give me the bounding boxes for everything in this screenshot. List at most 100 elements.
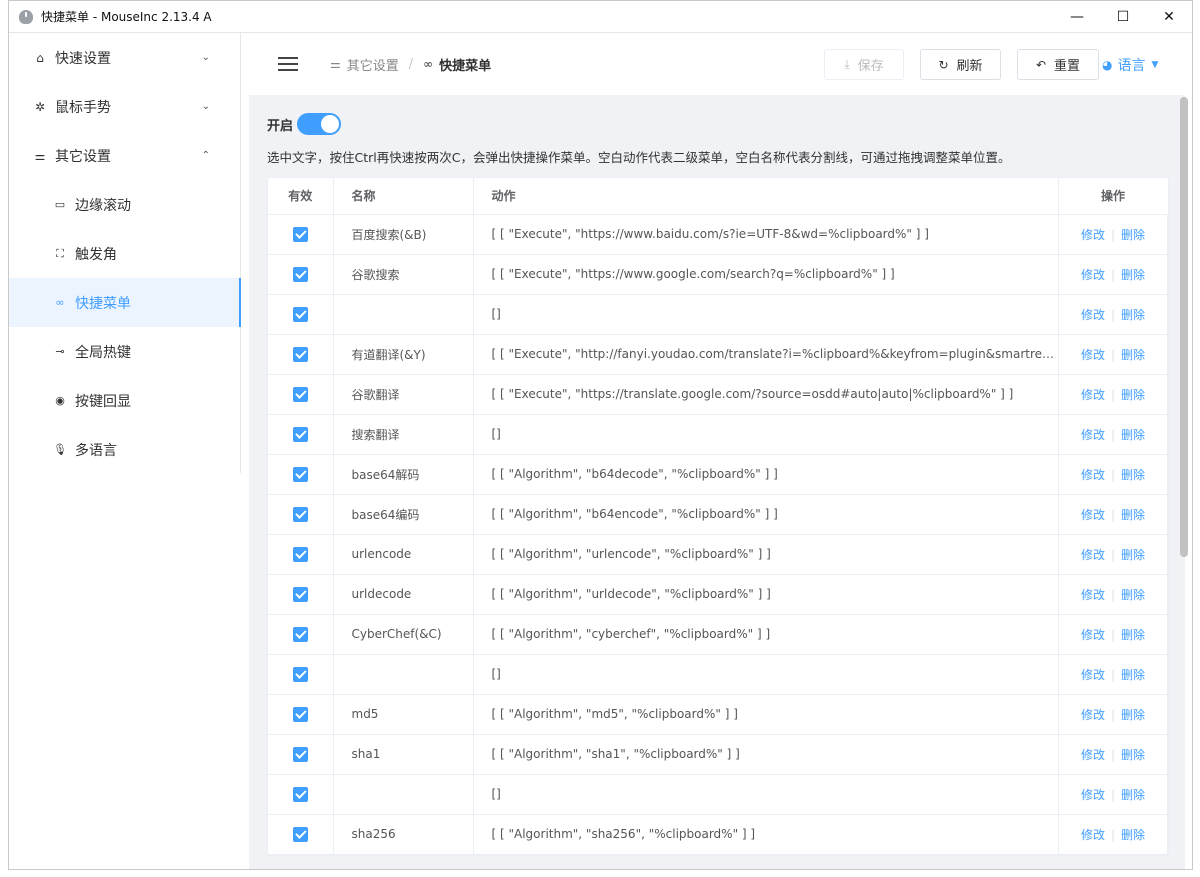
- table-row[interactable]: md5[ [ "Algorithm", "md5", "%clipboard%"…: [268, 694, 1169, 735]
- enabled-checkbox[interactable]: [292, 546, 308, 562]
- close-button[interactable]: ✕: [1146, 1, 1192, 33]
- table-row[interactable]: urlencode[ [ "Algorithm", "urlencode", "…: [268, 534, 1169, 575]
- edit-link[interactable]: 修改: [1081, 228, 1105, 242]
- delete-link[interactable]: 删除: [1121, 348, 1145, 362]
- name-cell: [333, 774, 474, 815]
- delete-link[interactable]: 删除: [1121, 668, 1145, 682]
- edit-link[interactable]: 修改: [1081, 508, 1105, 522]
- sidebar-subitem-label: 全局热键: [75, 344, 131, 361]
- download-icon: ⤓: [844, 57, 850, 71]
- sidebar-subitem-key-echo[interactable]: ◉ 按键回显: [9, 376, 240, 425]
- ops-divider: |: [1110, 427, 1116, 442]
- sidebar-subitem-language[interactable]: 🎙 多语言: [9, 425, 240, 474]
- enabled-checkbox[interactable]: [292, 346, 308, 362]
- sidebar-item-label: 鼠标手势: [55, 99, 111, 116]
- valid-cell: [268, 214, 334, 255]
- enabled-checkbox[interactable]: [292, 506, 308, 522]
- sidebar-subitem-edge-scroll[interactable]: ▭ 边缘滚动: [9, 180, 240, 229]
- enabled-checkbox[interactable]: [292, 306, 308, 322]
- language-dropdown[interactable]: ◕ 语言 ▼: [1102, 55, 1158, 75]
- save-button[interactable]: ⤓ 保存: [824, 49, 904, 80]
- delete-link[interactable]: 删除: [1121, 628, 1145, 642]
- table-row[interactable]: 谷歌搜索[ [ "Execute", "https://www.google.c…: [268, 254, 1169, 295]
- delete-link[interactable]: 删除: [1121, 508, 1145, 522]
- scrollbar[interactable]: [1180, 97, 1188, 557]
- ops-cell: 修改 | 删除: [1057, 494, 1169, 535]
- enabled-checkbox[interactable]: [292, 626, 308, 642]
- edit-link[interactable]: 修改: [1081, 828, 1105, 842]
- delete-link[interactable]: 删除: [1121, 428, 1145, 442]
- sidebar-item-other-settings[interactable]: ⚌ 其它设置 ⌃: [9, 131, 240, 180]
- sidebar-subitem-hot-corner[interactable]: ⛶ 触发角: [9, 229, 240, 278]
- delete-link[interactable]: 删除: [1121, 268, 1145, 282]
- action-cell: [ [ "Algorithm", "urldecode", "%clipboar…: [473, 574, 1059, 615]
- language-icon: ◕: [1102, 58, 1113, 72]
- sidebar-subitem-global-hotkey[interactable]: ⊸ 全局热键: [9, 327, 240, 376]
- delete-link[interactable]: 删除: [1121, 588, 1145, 602]
- enabled-checkbox[interactable]: [292, 786, 308, 802]
- enabled-checkbox[interactable]: [292, 386, 308, 402]
- edit-link[interactable]: 修改: [1081, 268, 1105, 282]
- delete-link[interactable]: 删除: [1121, 548, 1145, 562]
- edit-link[interactable]: 修改: [1081, 748, 1105, 762]
- hamburger-menu-icon[interactable]: [278, 57, 298, 71]
- table-row[interactable]: 谷歌翻译[ [ "Execute", "https://translate.go…: [268, 374, 1169, 415]
- sidebar-item-mouse-gesture[interactable]: ✲ 鼠标手势 ⌄: [9, 82, 240, 131]
- table-row[interactable]: [] 修改 | 删除: [268, 774, 1169, 815]
- table-row[interactable]: sha256[ [ "Algorithm", "sha256", "%clipb…: [268, 814, 1169, 855]
- edit-link[interactable]: 修改: [1081, 428, 1105, 442]
- sidebar-item-quick-settings[interactable]: ⌂ 快速设置 ⌄: [9, 33, 240, 82]
- delete-link[interactable]: 删除: [1121, 308, 1145, 322]
- table-row[interactable]: 百度搜索(&B)[ [ "Execute", "https://www.baid…: [268, 214, 1169, 255]
- table-row[interactable]: sha1[ [ "Algorithm", "sha1", "%clipboard…: [268, 734, 1169, 775]
- edit-link[interactable]: 修改: [1081, 348, 1105, 362]
- enabled-checkbox[interactable]: [292, 466, 308, 482]
- enabled-checkbox[interactable]: [292, 746, 308, 762]
- valid-cell: [268, 774, 334, 815]
- table-row[interactable]: base64解码[ [ "Algorithm", "b64decode", "%…: [268, 454, 1169, 495]
- ops-cell: 修改 | 删除: [1057, 454, 1169, 495]
- ops-divider: |: [1110, 787, 1116, 802]
- edit-link[interactable]: 修改: [1081, 588, 1105, 602]
- edit-link[interactable]: 修改: [1081, 708, 1105, 722]
- enabled-checkbox[interactable]: [292, 226, 308, 242]
- delete-link[interactable]: 删除: [1121, 388, 1145, 402]
- sidebar-subitem-quick-menu[interactable]: ∞ 快捷菜单: [9, 278, 241, 327]
- table-row[interactable]: base64编码[ [ "Algorithm", "b64encode", "%…: [268, 494, 1169, 535]
- edit-link[interactable]: 修改: [1081, 308, 1105, 322]
- breadcrumb-parent[interactable]: 其它设置: [347, 55, 399, 74]
- home-icon: ⌂: [36, 50, 44, 65]
- delete-link[interactable]: 删除: [1121, 788, 1145, 802]
- edit-link[interactable]: 修改: [1081, 468, 1105, 482]
- table-row[interactable]: 搜索翻译[] 修改 | 删除: [268, 414, 1169, 455]
- table-row[interactable]: 有道翻译(&Y)[ [ "Execute", "http://fanyi.you…: [268, 334, 1169, 375]
- enabled-checkbox[interactable]: [292, 666, 308, 682]
- enable-switch[interactable]: [297, 113, 342, 135]
- delete-link[interactable]: 删除: [1121, 828, 1145, 842]
- table-row[interactable]: urldecode[ [ "Algorithm", "urldecode", "…: [268, 574, 1169, 615]
- delete-link[interactable]: 删除: [1121, 228, 1145, 242]
- table-row[interactable]: [] 修改 | 删除: [268, 654, 1169, 695]
- action-cell: [ [ "Execute", "https://www.google.com/s…: [473, 254, 1059, 295]
- delete-link[interactable]: 删除: [1121, 708, 1145, 722]
- edit-link[interactable]: 修改: [1081, 388, 1105, 402]
- enabled-checkbox[interactable]: [292, 426, 308, 442]
- maximize-button[interactable]: ☐: [1100, 1, 1146, 33]
- edit-link[interactable]: 修改: [1081, 628, 1105, 642]
- edit-link[interactable]: 修改: [1081, 788, 1105, 802]
- enabled-checkbox[interactable]: [292, 706, 308, 722]
- table-row[interactable]: CyberChef(&C)[ [ "Algorithm", "cyberchef…: [268, 614, 1169, 655]
- minimize-button[interactable]: —: [1054, 1, 1100, 33]
- name-cell: [333, 294, 474, 335]
- delete-link[interactable]: 删除: [1121, 468, 1145, 482]
- refresh-button[interactable]: ↻ 刷新: [920, 49, 1001, 80]
- enabled-checkbox[interactable]: [292, 586, 308, 602]
- header-action: 动作: [473, 178, 1059, 215]
- enabled-checkbox[interactable]: [292, 266, 308, 282]
- edit-link[interactable]: 修改: [1081, 548, 1105, 562]
- reset-button[interactable]: ↶ 重置: [1017, 49, 1099, 80]
- table-row[interactable]: [] 修改 | 删除: [268, 294, 1169, 335]
- enabled-checkbox[interactable]: [292, 826, 308, 842]
- edit-link[interactable]: 修改: [1081, 668, 1105, 682]
- delete-link[interactable]: 删除: [1121, 748, 1145, 762]
